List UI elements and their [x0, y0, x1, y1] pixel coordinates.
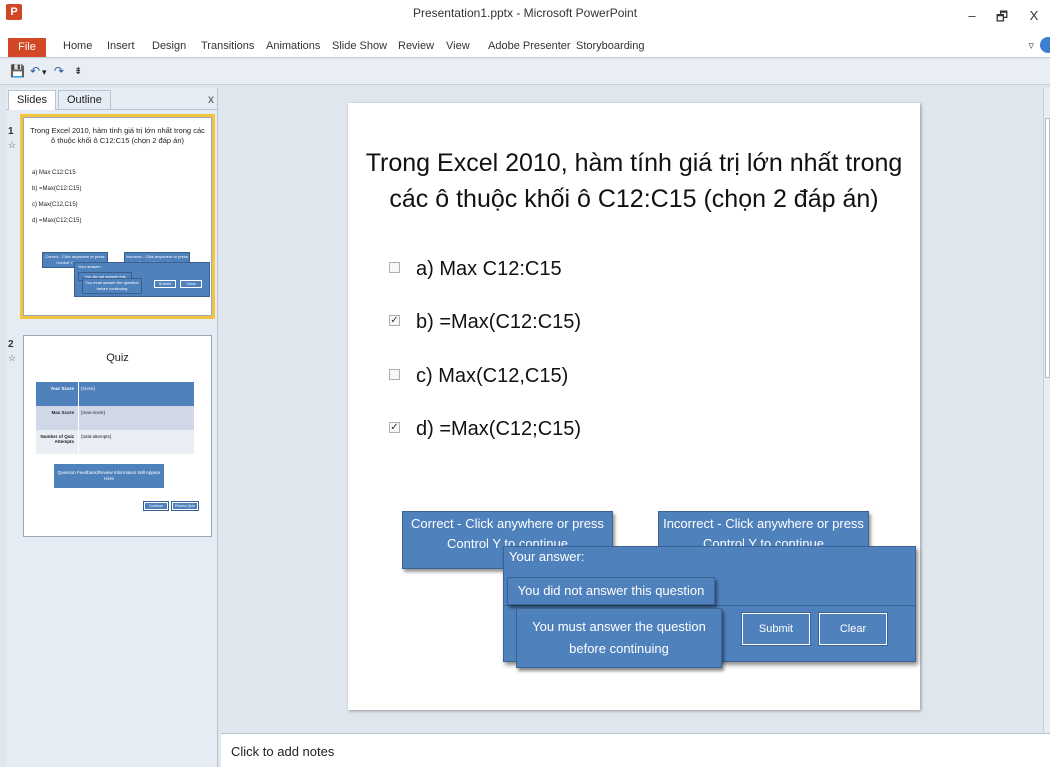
redo-icon[interactable]: ↷ [54, 64, 64, 78]
window-title: Presentation1.pptx - Microsoft PowerPoin… [412, 6, 638, 20]
not-answered-box[interactable]: You did not answer this question [507, 577, 715, 605]
tab-slides[interactable]: Slides [8, 90, 56, 110]
tab-design[interactable]: Design [152, 40, 186, 52]
tab-slide-show[interactable]: Slide Show [332, 40, 387, 52]
thumb2-row-score: Your Score {score} [36, 382, 194, 406]
thumb2-review-button: Review Quiz [171, 501, 199, 511]
thumb-option-a: a) Max C12:C15 [32, 170, 76, 176]
tab-adobe-presenter[interactable]: Adobe Presenter [488, 40, 571, 52]
thumb2-feedback-box: Question Feedback/Review Information Wil… [54, 464, 164, 488]
thumb-option-d: d) =Max(C12;C15) [32, 218, 82, 224]
thumb2-row-max: Max Score {max-score} [36, 406, 194, 430]
animation-star-icon: ☆ [8, 353, 17, 363]
thumb-submit: Submit [154, 280, 176, 288]
option-d-label: d) =Max(C12;C15) [416, 418, 582, 440]
slide-title[interactable]: Trong Excel 2010, hàm tính giá trị lớn n… [348, 145, 920, 217]
option-c-checkbox[interactable] [389, 369, 400, 380]
tab-animations[interactable]: Animations [266, 40, 320, 52]
thumb-title: Trong Excel 2010, hàm tính giá trị lớn n… [30, 126, 205, 145]
save-icon[interactable]: 💾 [10, 64, 25, 78]
slide-thumbnail-2[interactable]: Quiz Your Score {score} Max Score {max-s… [20, 332, 215, 540]
tab-home[interactable]: Home [63, 40, 92, 52]
slide-number-1: 1 [8, 126, 14, 137]
close-button[interactable]: X [1024, 8, 1044, 23]
must-answer-box[interactable]: You must answer the question before cont… [516, 608, 722, 668]
help-icon[interactable] [1040, 37, 1050, 53]
tab-storyboarding[interactable]: Storyboarding [576, 40, 645, 52]
option-b-label: b) =Max(C12:C15) [416, 311, 582, 333]
scrollbar-thumb[interactable] [1045, 118, 1050, 378]
your-answer-label: Your answer: [509, 549, 585, 564]
thumb-must-answer: You must answer the question before cont… [82, 278, 142, 294]
thumb-clear: Clear [180, 280, 202, 288]
tab-transitions[interactable]: Transitions [201, 40, 254, 52]
option-d-checkbox[interactable]: ✓ [389, 422, 400, 433]
thumb2-continue-button: Continue [143, 501, 169, 511]
ribbon-tab-bar: File Home Insert Design Transitions Anim… [0, 36, 1050, 58]
clear-button[interactable]: Clear [818, 612, 888, 646]
quick-access-toolbar: 💾 ↶ ▾ ↷ ⇟ [0, 59, 1050, 85]
slide-thumbnail-1[interactable]: Trong Excel 2010, hàm tính giá trị lớn n… [20, 114, 215, 319]
customize-qat-icon[interactable]: ⇟ [74, 66, 82, 77]
thumb-option-c: c) Max(C12,C15) [32, 202, 78, 208]
tab-view[interactable]: View [446, 40, 470, 52]
current-slide[interactable]: Trong Excel 2010, hàm tính giá trị lớn n… [348, 103, 920, 710]
tab-review[interactable]: Review [398, 40, 434, 52]
thumb2-title: Quiz [106, 352, 129, 364]
panel-divider [504, 605, 915, 606]
notes-pane[interactable]: Click to add notes [221, 733, 1050, 767]
panel-tabs: Slides Outline x [6, 88, 218, 110]
undo-dropdown-icon[interactable]: ▾ [42, 67, 47, 78]
tab-insert[interactable]: Insert [107, 40, 135, 52]
thumb2-row-attempts: Number of Quiz Attempts {total-attempts} [36, 430, 194, 454]
tab-file[interactable]: File [8, 38, 46, 57]
undo-icon[interactable]: ↶ [30, 64, 40, 78]
submit-button[interactable]: Submit [741, 612, 811, 646]
minimize-button[interactable]: – [962, 8, 982, 23]
vertical-scrollbar[interactable] [1043, 88, 1050, 732]
option-a-checkbox[interactable] [389, 262, 400, 273]
ribbon-minimize-icon[interactable]: ▿ [1028, 39, 1034, 52]
tab-outline[interactable]: Outline [58, 90, 111, 110]
panel-close-icon[interactable]: x [208, 92, 214, 106]
slide-number-2: 2 [8, 339, 14, 350]
option-a-label: a) Max C12:C15 [416, 258, 562, 280]
notes-placeholder[interactable]: Click to add notes [231, 744, 334, 759]
thumb-option-b: b) =Max(C12:C15) [32, 186, 82, 192]
slides-panel: Slides Outline x 1 ☆ Trong Excel 2010, h… [6, 88, 218, 767]
restore-button[interactable]: 🗗 [992, 8, 1012, 30]
option-b-checkbox[interactable]: ✓ [389, 315, 400, 326]
animation-star-icon: ☆ [8, 140, 17, 150]
title-bar: P Presentation1.pptx - Microsoft PowerPo… [0, 0, 1050, 36]
option-c-label: c) Max(C12,C15) [416, 365, 569, 387]
